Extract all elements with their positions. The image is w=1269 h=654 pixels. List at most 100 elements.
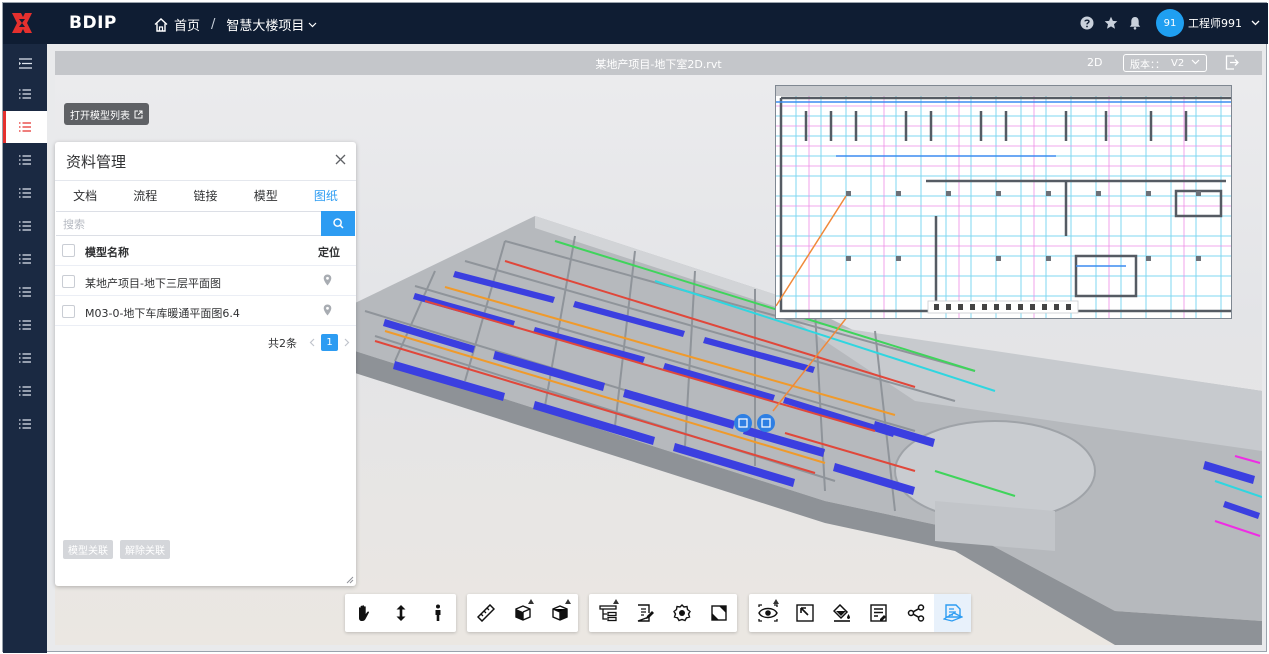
list-icon bbox=[19, 221, 31, 231]
side-nav bbox=[3, 44, 47, 653]
hand-pan-button[interactable] bbox=[345, 594, 382, 632]
list-icon bbox=[19, 287, 31, 297]
tab-links[interactable]: 链接 bbox=[175, 181, 235, 211]
nav-item-2[interactable] bbox=[3, 111, 47, 143]
column-model-name: 模型名称 bbox=[85, 246, 129, 259]
view-visibility-icon bbox=[757, 604, 778, 622]
nav-collapse-toggle[interactable] bbox=[3, 47, 47, 79]
table-row[interactable]: 某地产项目-地下三层平面图 bbox=[55, 267, 356, 296]
star-icon[interactable] bbox=[1104, 16, 1118, 30]
nav-item-1[interactable] bbox=[3, 78, 47, 110]
user-area: 91 工程师991 bbox=[1080, 9, 1260, 37]
chevron-down-icon bbox=[1191, 59, 1200, 65]
page-number[interactable]: 1 bbox=[321, 334, 338, 351]
list-icon bbox=[19, 155, 31, 165]
list-icon bbox=[19, 254, 31, 264]
model-file-name: 某地产项目-地下室2D.rvt bbox=[595, 58, 722, 71]
model-tree-button[interactable] bbox=[589, 594, 626, 632]
nav-item-10[interactable] bbox=[3, 375, 47, 407]
view-mode-2d[interactable]: 2D bbox=[1087, 56, 1102, 69]
tab-models[interactable]: 模型 bbox=[236, 181, 296, 211]
brand-name: BDIP bbox=[69, 13, 117, 33]
table-header: 模型名称 定位 bbox=[55, 236, 356, 266]
chevron-right-icon[interactable] bbox=[344, 338, 350, 347]
version-value: V2 bbox=[1171, 57, 1185, 69]
paint-button[interactable] bbox=[823, 594, 860, 632]
view-visibility-button[interactable] bbox=[749, 594, 786, 632]
tab-documents[interactable]: 文档 bbox=[55, 181, 115, 211]
walk-person-icon bbox=[435, 604, 440, 621]
nav-item-11[interactable] bbox=[3, 408, 47, 440]
location-pin-icon[interactable] bbox=[323, 304, 332, 316]
tab-drawings[interactable]: 图纸 bbox=[296, 181, 356, 211]
document-management-panel: 资料管理 文档 流程 链接 模型 图纸 模型名称 定位 某地产项目 bbox=[55, 142, 356, 586]
open-model-list-button[interactable]: 打开模型列表 bbox=[64, 103, 149, 125]
version-select[interactable]: 版本：： V2 bbox=[1123, 54, 1207, 72]
resize-handle-icon[interactable] bbox=[346, 576, 354, 584]
bell-icon[interactable] bbox=[1128, 16, 1142, 30]
search-input[interactable] bbox=[63, 215, 313, 233]
unlink-button[interactable]: 解除关联 bbox=[120, 540, 170, 559]
settings-gear-icon bbox=[672, 604, 691, 622]
hand-pan-icon bbox=[358, 605, 369, 621]
exit-view-icon[interactable] bbox=[1225, 55, 1239, 70]
nav-item-7[interactable] bbox=[3, 276, 47, 308]
avatar[interactable]: 91 bbox=[1156, 9, 1184, 37]
column-locate: 定位 bbox=[318, 246, 340, 259]
top-bar: BDIP 首页 / 智慧大楼项目 91 工程师991 bbox=[3, 3, 1268, 44]
project-selector[interactable]: 智慧大楼项目 bbox=[226, 15, 317, 34]
location-pin-icon[interactable] bbox=[323, 274, 332, 286]
toolbar-group-navigation bbox=[345, 594, 456, 632]
view-cube-button[interactable] bbox=[541, 594, 578, 632]
tab-process[interactable]: 流程 bbox=[115, 181, 175, 211]
drawing-compare-button[interactable] bbox=[934, 594, 971, 632]
nav-item-5[interactable] bbox=[3, 210, 47, 242]
toolbar-group-tools bbox=[749, 594, 971, 632]
home-icon[interactable] bbox=[153, 17, 169, 33]
section-box-icon bbox=[514, 605, 531, 621]
table-row[interactable]: M03-0-地下车库暖通平面图6.4 bbox=[55, 297, 356, 326]
close-icon[interactable] bbox=[335, 154, 346, 165]
measure-button[interactable] bbox=[467, 594, 504, 632]
chevron-down-icon[interactable] bbox=[1251, 20, 1260, 26]
section-box-button[interactable] bbox=[504, 594, 541, 632]
full-screen-button[interactable] bbox=[700, 594, 737, 632]
app-window: BDIP 首页 / 智慧大楼项目 91 工程师991 某地产项目-地下室2D.r… bbox=[2, 2, 1268, 653]
walk-person-button[interactable] bbox=[419, 594, 456, 632]
toolbar-group-measure bbox=[467, 594, 578, 632]
fit-view-button[interactable] bbox=[786, 594, 823, 632]
panel-tabs: 文档 流程 链接 模型 图纸 bbox=[55, 180, 356, 211]
drawing-minimap[interactable] bbox=[775, 85, 1232, 319]
viewer-title-bar: 某地产项目-地下室2D.rvt 2D 版本：： V2 bbox=[55, 51, 1262, 75]
list-icon bbox=[19, 89, 31, 99]
properties-button[interactable] bbox=[626, 594, 663, 632]
brand-logo-icon bbox=[12, 13, 32, 33]
nav-item-4[interactable] bbox=[3, 177, 47, 209]
list-icon bbox=[19, 320, 31, 330]
nav-item-6[interactable] bbox=[3, 243, 47, 275]
row-checkbox[interactable] bbox=[62, 275, 75, 288]
toolbar-group-model bbox=[589, 594, 737, 632]
user-name[interactable]: 工程师991 bbox=[1188, 15, 1242, 31]
row-model-name: 某地产项目-地下三层平面图 bbox=[85, 277, 221, 290]
help-icon[interactable] bbox=[1080, 16, 1094, 30]
nav-item-9[interactable] bbox=[3, 342, 47, 374]
vertical-move-button[interactable] bbox=[382, 594, 419, 632]
annotation-button[interactable] bbox=[860, 594, 897, 632]
list-icon bbox=[19, 353, 31, 363]
nav-item-3[interactable] bbox=[3, 144, 47, 176]
search-icon bbox=[332, 218, 344, 229]
breadcrumb-home[interactable]: 首页 bbox=[174, 15, 200, 34]
settings-button[interactable] bbox=[663, 594, 700, 632]
model-link-button[interactable]: 模型关联 bbox=[63, 540, 113, 559]
pagination: 共2条 1 bbox=[268, 334, 350, 351]
chevron-down-icon bbox=[308, 22, 317, 27]
select-all-checkbox[interactable] bbox=[62, 244, 75, 257]
nav-item-8[interactable] bbox=[3, 309, 47, 341]
row-checkbox[interactable] bbox=[62, 305, 75, 318]
share-button[interactable] bbox=[897, 594, 934, 632]
search-button[interactable] bbox=[321, 211, 355, 236]
measure-ruler-icon bbox=[476, 604, 495, 622]
chevron-left-icon[interactable] bbox=[309, 338, 315, 347]
minimap-title-bar bbox=[776, 86, 1231, 96]
